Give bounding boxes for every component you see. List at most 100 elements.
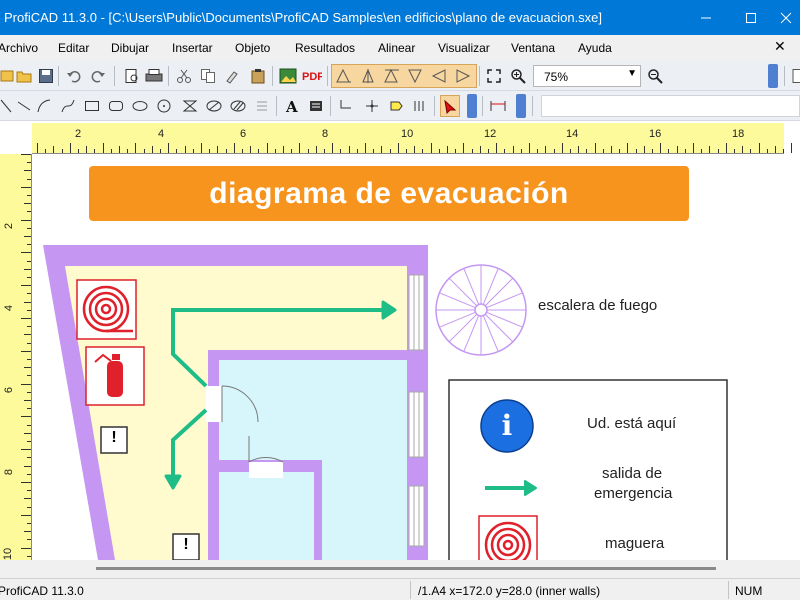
ruler-tick (307, 149, 309, 153)
rectangle-tool-icon[interactable] (82, 95, 102, 117)
ruler-tick (684, 149, 686, 153)
polygon-tool-icon[interactable] (180, 95, 200, 117)
rounded-rectangle-tool-icon[interactable] (106, 95, 126, 117)
align-middle-icon[interactable] (430, 65, 450, 87)
text-tool-icon[interactable]: A (282, 95, 302, 117)
ruler-tick (21, 186, 31, 188)
align-bottom-icon[interactable] (454, 65, 474, 87)
ruler-tick (561, 143, 563, 153)
menu-resultados[interactable]: Resultados (295, 41, 355, 55)
menu-insertar[interactable]: Insertar (172, 41, 213, 55)
circle-tool-icon[interactable] (154, 95, 174, 117)
hatch-tool-icon[interactable] (228, 95, 248, 117)
zoom-fit-icon[interactable] (484, 65, 504, 87)
menu-objeto[interactable]: Objeto (235, 41, 270, 55)
ruler-tick (291, 149, 293, 153)
zoom-out-icon[interactable] (645, 65, 665, 87)
ruler-tick (45, 149, 47, 153)
ruler-tick (27, 375, 31, 377)
no-fill-tool-icon[interactable] (204, 95, 224, 117)
paste-icon[interactable] (248, 65, 268, 87)
insert-image-icon[interactable] (278, 65, 298, 87)
menu-archivo[interactable]: Archivo (0, 41, 38, 55)
drawing-canvas[interactable]: diagrama de evacuación ! ! escalera de f… (33, 154, 800, 560)
toolbar-grip-1[interactable] (467, 94, 477, 118)
pointer-tool-icon[interactable] (440, 95, 460, 117)
ellipse-tool-icon[interactable] (130, 95, 150, 117)
menu-dibujar[interactable]: Dibujar (111, 41, 149, 55)
arc-tool-icon[interactable] (34, 95, 54, 117)
ruler-tick (570, 149, 571, 153)
junction-tool-icon[interactable] (362, 95, 382, 117)
zoom-in-icon[interactable] (508, 65, 528, 87)
close-button[interactable] (772, 0, 800, 35)
ruler-tick (24, 203, 31, 205)
align-top-icon[interactable] (406, 65, 426, 87)
inner-wall-vertical[interactable] (314, 460, 322, 560)
bus-tool-icon[interactable] (410, 95, 430, 117)
ruler-label: 12 (484, 128, 497, 140)
ruler-tick (27, 490, 31, 492)
undo-icon[interactable] (64, 65, 84, 87)
open-folder-icon[interactable] (14, 65, 34, 87)
property-input[interactable] (541, 95, 800, 117)
ruler-label: 14 (566, 128, 579, 140)
ruler-tick (21, 252, 31, 254)
menu-ayuda[interactable]: Ayuda (578, 41, 612, 55)
ruler-tick (21, 416, 31, 418)
zoom-select[interactable]: 75% ▼ (533, 65, 641, 87)
line-tool-icon[interactable] (14, 95, 34, 117)
menu-editar[interactable]: Editar (58, 41, 89, 55)
curve-tool-icon[interactable] (58, 95, 78, 117)
list-tool-icon[interactable] (252, 95, 272, 117)
ruler-tick (21, 547, 31, 549)
align-center-icon[interactable] (358, 65, 378, 87)
toolbar-grip-2[interactable] (516, 94, 526, 118)
ruler-tick (27, 227, 31, 229)
maximize-button[interactable] (728, 0, 774, 35)
ruler-label: 6 (240, 128, 247, 140)
toolbar-overflow-grip[interactable] (768, 64, 778, 88)
align-right-icon[interactable] (382, 65, 402, 87)
ruler-tick (643, 146, 645, 153)
svg-text:PDF: PDF (302, 71, 322, 83)
redo-icon[interactable] (88, 65, 108, 87)
ruler-tick (701, 149, 703, 153)
menu-ventana[interactable]: Ventana (511, 41, 555, 55)
text-box-tool-icon[interactable] (306, 95, 326, 117)
print-preview-icon[interactable] (122, 65, 142, 87)
wire-tool-icon[interactable] (336, 95, 356, 117)
label-tool-icon[interactable] (386, 95, 406, 117)
legend-emergency-exit-line1: salida de (602, 465, 663, 482)
scrollbar-thumb[interactable] (96, 567, 716, 570)
ruler-tick (24, 400, 31, 401)
drawing-toolbar: A (0, 91, 800, 121)
ruler-tick (283, 146, 284, 153)
menu-alinear[interactable]: Alinear (378, 41, 415, 55)
close-document-icon[interactable]: ✕ (774, 38, 786, 55)
page-setup-icon[interactable] (788, 65, 800, 87)
ruler-tick (27, 457, 31, 459)
ruler-tick (274, 149, 276, 153)
warning-mark: ! (111, 429, 117, 446)
ruler-tick (78, 149, 79, 153)
horizontal-scrollbar[interactable] (0, 560, 800, 578)
save-icon[interactable] (36, 65, 56, 87)
ruler-tick (373, 149, 375, 153)
print-icon[interactable] (144, 65, 164, 87)
format-painter-icon[interactable] (222, 65, 242, 87)
window (408, 391, 425, 458)
horizontal-ruler: 2 4 6 8 10 12 14 16 18 (32, 123, 793, 154)
minimize-button[interactable] (683, 0, 729, 35)
align-left-icon[interactable] (334, 65, 354, 87)
cut-icon[interactable] (174, 65, 194, 87)
dimension-tool-icon[interactable] (488, 95, 508, 117)
ruler-tick (406, 149, 407, 153)
ruler-tick (160, 149, 161, 153)
menu-visualizar[interactable]: Visualizar (438, 41, 490, 55)
ruler-tick (258, 149, 260, 153)
ruler-tick (225, 149, 227, 153)
export-pdf-icon[interactable]: PDF (302, 65, 322, 87)
copy-icon[interactable] (198, 65, 218, 87)
ruler-tick (53, 146, 55, 153)
